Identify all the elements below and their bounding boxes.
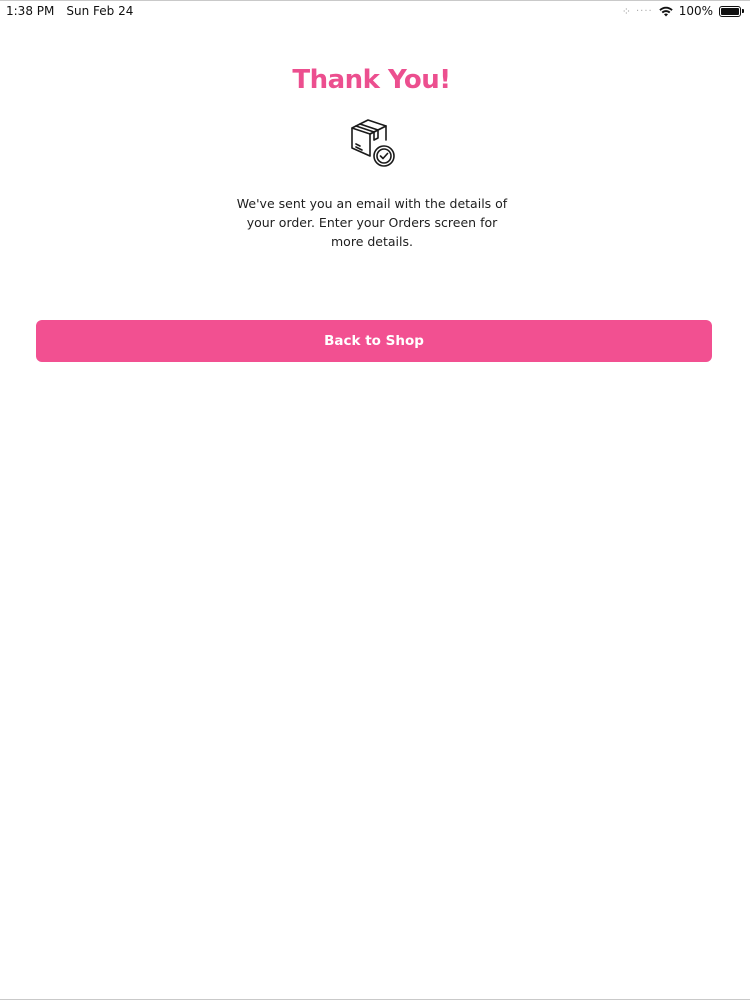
back-to-shop-button[interactable]: Back to Shop — [36, 320, 712, 362]
package-check-icon — [348, 116, 398, 168]
page-title: Thank You! — [292, 65, 451, 95]
status-time: 1:38 PM — [6, 4, 55, 18]
signal-icon: ···· — [635, 5, 653, 17]
battery-icon — [719, 5, 744, 17]
order-confirmation-screen: 1:38 PM Sun Feb 24 ⁘ ···· 100% Thank You… — [0, 0, 750, 1000]
battery-percent: 100% — [678, 4, 713, 18]
confirmation-message: We've sent you an email with the details… — [236, 196, 508, 249]
status-date: Sun Feb 24 — [66, 4, 134, 18]
wifi-icon — [658, 6, 673, 17]
battery-fill — [721, 7, 739, 15]
status-bar: 1:38 PM Sun Feb 24 ⁘ ···· 100% — [0, 1, 750, 21]
activity-spinner-icon: ⁘ — [621, 4, 631, 18]
